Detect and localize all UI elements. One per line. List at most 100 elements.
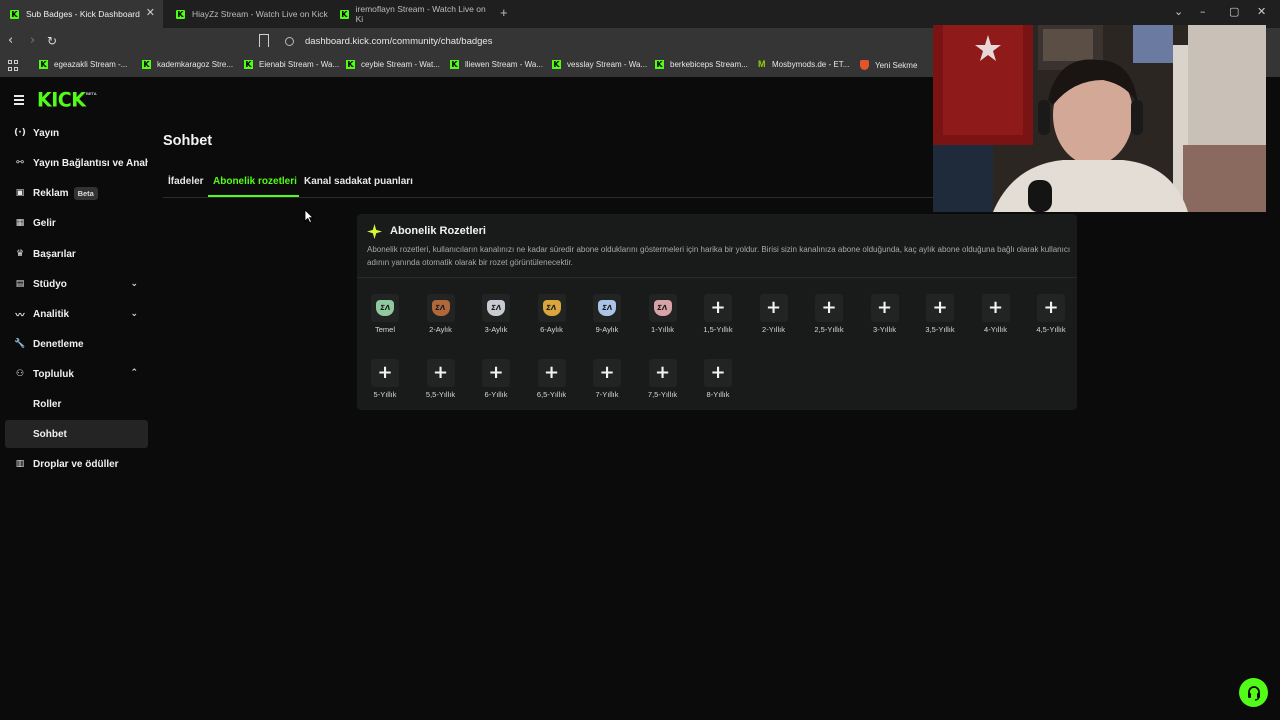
badge-slot[interactable]: ΣΛ 1-Yıllık [635,290,691,346]
badge-slot[interactable]: ΣΛ 6-Aylık [524,290,580,346]
minimize-icon[interactable]: – [1200,5,1206,18]
menu-icon[interactable] [14,95,24,107]
forward-icon[interactable]: › [30,33,35,48]
chevron-up-icon[interactable]: ⌃ [130,368,138,378]
add-badge-button[interactable]: + [926,294,954,322]
close-icon[interactable]: ✕ [146,6,155,19]
badge-slot[interactable]: ΣΛ 2-Aylık [413,290,469,346]
badge-slot[interactable]: +1,5-Yıllık [690,290,746,346]
add-badge-button[interactable]: + [593,359,621,387]
kick-logo[interactable]: KICK [37,88,86,111]
add-badge-button[interactable]: + [648,359,677,387]
sidebar-item-stream-key[interactable]: ⚯ Yayın Bağlantısı ve Anahtarı [5,149,148,177]
back-icon[interactable]: ‹ [8,33,13,48]
sidebar-item-topluluk[interactable]: ⚇ Topluluk ⌃ [5,360,148,388]
site-info-icon[interactable] [285,37,294,46]
kick-icon: K [39,60,48,69]
badge-slot[interactable]: +4,5-Yıllık [1023,290,1079,346]
sidebar-item-roller[interactable]: Roller [5,390,148,418]
badge-image-slot[interactable]: ΣΛ [593,294,621,322]
badge-emblem-icon: ΣΛ [490,304,502,312]
add-badge-button[interactable]: + [1037,294,1065,322]
reload-icon[interactable]: ↻ [47,34,57,48]
add-badge-button[interactable]: + [870,294,899,322]
tab-abonelik-rozetleri[interactable]: Abonelik rozetleri [213,176,297,187]
browser-tab[interactable]: K HiayZz Stream - Watch Live on Kick [166,0,330,28]
sidebar-item-reklam[interactable]: ▣ Reklam Beta [5,179,148,207]
badge-slot[interactable]: ΣΛ 3-Aylık [468,290,524,346]
plus-icon: + [987,297,1004,318]
add-badge-button[interactable]: + [482,359,510,387]
add-badge-button[interactable]: + [371,359,399,387]
sidebar-item-label: Yayın Bağlantısı ve Anahtarı [33,157,148,169]
badge-slot[interactable]: +6-Yıllık [468,355,524,411]
bookmark-item[interactable]: Yeni Sekme [860,60,917,70]
badge-slot[interactable]: ΣΛ 9-Aylık [579,290,635,346]
badge-slot[interactable]: +7-Yıllık [579,355,635,411]
bookmark-item[interactable]: Kvesslay Stream - Wa... [552,60,647,69]
badge-slot[interactable]: +7,5-Yıllık [635,355,691,411]
badge-image-slot[interactable]: ΣΛ [482,294,510,322]
add-badge-button[interactable]: + [704,359,732,387]
badge-slot[interactable]: +6,5-Yıllık [524,355,580,411]
badge-slot[interactable]: +5-Yıllık [357,355,413,411]
chevron-down-icon[interactable]: ⌄ [130,309,138,319]
sidebar-item-droplar[interactable]: ▥ Droplar ve ödüller [5,450,148,478]
badge-label: 5-Yıllık [373,390,397,399]
sidebar-item-gelir[interactable]: ▦ Gelir [5,209,148,237]
badge-slot[interactable]: +3,5-Yıllık [912,290,968,346]
add-badge-button[interactable]: + [981,294,1010,322]
badge-slot[interactable]: +4-Yıllık [968,290,1024,346]
apps-icon[interactable] [8,60,19,71]
sidebar-item-sohbet[interactable]: Sohbet [5,420,148,448]
chevron-down-icon[interactable]: ⌄ [130,279,138,289]
badge-image-slot[interactable]: ΣΛ [426,294,455,322]
support-chat-button[interactable] [1239,678,1268,707]
chevron-down-icon[interactable]: ⌄ [1174,5,1183,18]
tab-ifadeler[interactable]: İfadeler [168,176,204,187]
url-input[interactable]: dashboard.kick.com/community/chat/badges [305,36,492,47]
tab-kanal-sadakat-puanlari[interactable]: Kanal sadakat puanları [304,176,413,187]
add-badge-button[interactable]: + [704,294,732,322]
add-badge-button[interactable]: + [537,359,566,387]
add-badge-button[interactable]: + [759,294,788,322]
bookmark-item[interactable]: K Eienabi Stream - Wa... [244,60,339,69]
close-window-icon[interactable]: ✕ [1257,5,1266,18]
bookmark-item[interactable]: Kceybie Stream - Wat... [346,60,440,69]
badge-emblem-icon: ΣΛ [545,304,558,312]
kick-icon: K [450,60,459,69]
badge-image-slot[interactable]: ΣΛ [648,294,677,322]
bookmark-item[interactable]: Kkademkaragoz Stre... [142,60,233,69]
badge-slot[interactable]: +2-Yıllık [746,290,802,346]
beta-badge: Beta [73,186,98,200]
streamer-camera-image [933,25,1266,212]
bookmark-item[interactable]: Kegeazakli Stream -... [39,60,127,69]
badge-slot[interactable]: +2,5-Yıllık [801,290,857,346]
bookmark-item[interactable]: M Mosbymods.de - ET... [758,60,850,70]
bookmark-item[interactable]: Kberkebiceps Stream... [655,60,748,69]
plus-icon: + [821,297,837,318]
content-tabs: İfadeler Abonelik rozetleri Kanal sadaka… [163,168,933,198]
badge-slot[interactable]: ΣΛ Temel [357,290,413,346]
maximize-icon[interactable]: ▢ [1229,5,1239,18]
badge-slot[interactable]: +8-Yıllık [690,355,746,411]
sidebar-item-denetleme[interactable]: 🔧 Denetleme [5,330,148,358]
sidebar-item-analitik[interactable]: 〰 Analitik ⌄ [5,300,148,328]
sidebar-item-basarilar[interactable]: ♛ Başarılar [5,240,148,268]
new-tab-icon[interactable]: + [500,5,508,20]
badge-emblem-icon: ΣΛ [601,304,613,312]
badge-slot[interactable]: +3-Yıllık [857,290,913,346]
badge-slot[interactable]: +5,5-Yıllık [413,355,469,411]
add-badge-button[interactable]: + [426,359,455,387]
sidebar-item-yayin[interactable]: (·) Yayın [5,119,148,147]
bookmark-item[interactable]: Klliewen Stream - Wa... [450,60,543,69]
browser-tab[interactable]: K iremoflayn Stream - Watch Live on Ki [330,0,490,28]
badge-image-slot[interactable]: ΣΛ [537,294,566,322]
bookmark-label: Mosbymods.de - ET... [772,60,850,69]
sidebar-item-studyo[interactable]: ▤ Stüdyo ⌄ [5,270,148,298]
browser-tab-active[interactable]: K Sub Badges - Kick Dashboard ✕ [0,0,163,28]
add-badge-button[interactable]: + [815,294,843,322]
bookmark-icon[interactable] [259,34,269,47]
badge-image-slot[interactable]: ΣΛ [371,294,399,322]
sidebar-item-label: Droplar ve ödüller [33,458,119,470]
